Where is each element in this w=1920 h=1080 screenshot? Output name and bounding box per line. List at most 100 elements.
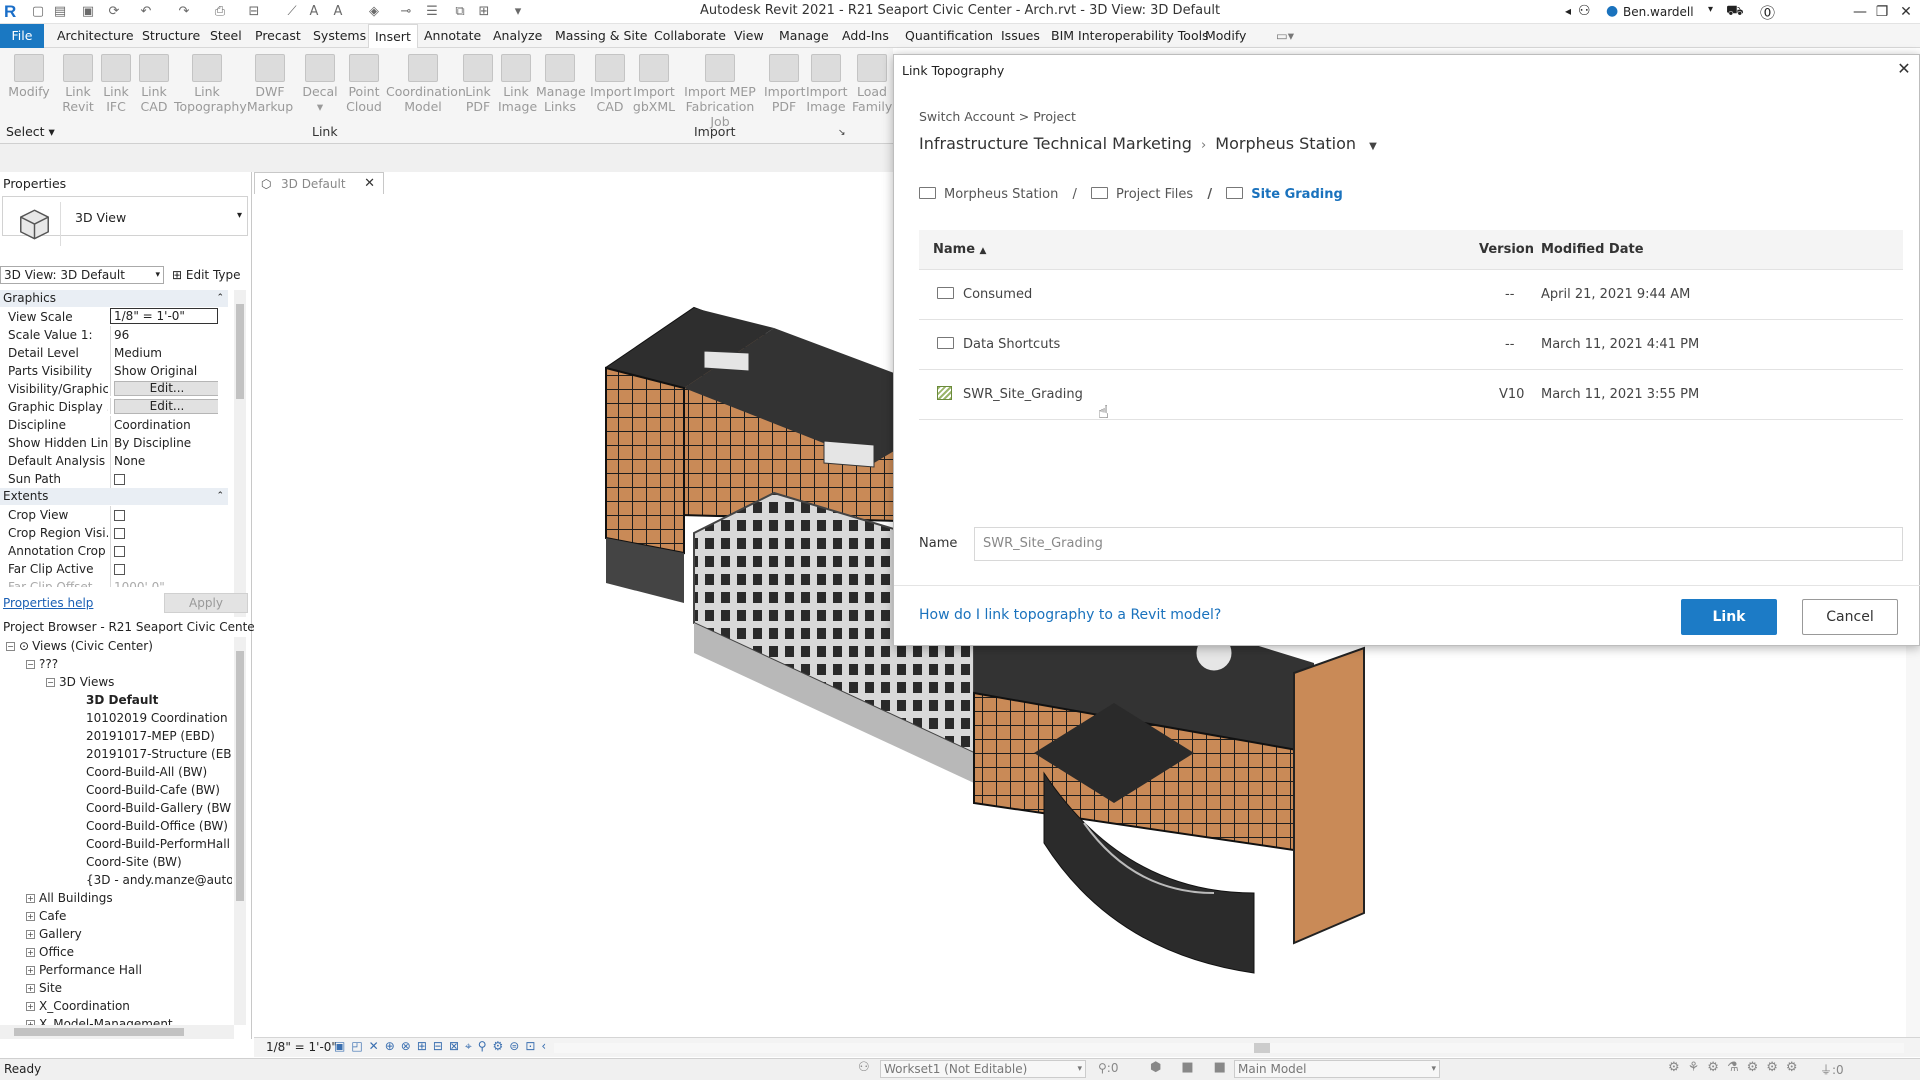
design-option-selector[interactable]: Main Model ▾ — [1234, 1060, 1440, 1078]
collapse-icon[interactable]: − — [46, 678, 55, 687]
project-selector[interactable]: Infrastructure Technical Marketing › Mor… — [919, 134, 1377, 153]
scroll-thumb[interactable] — [14, 1028, 184, 1036]
close-icon[interactable]: ✕ — [1894, 2, 1918, 22]
tree-node[interactable]: Coord-Site (BW) — [6, 853, 232, 871]
help-icon[interactable]: ⓪ — [1760, 2, 1775, 23]
expand-icon[interactable]: + — [26, 966, 35, 975]
name-field[interactable]: SWR_Site_Grading — [974, 527, 1903, 561]
property-value[interactable] — [110, 524, 218, 542]
load-family-button[interactable]: Load Family — [852, 54, 892, 120]
left-arrow-icon[interactable]: ◂ — [1565, 4, 1571, 18]
contextual-tab-icon[interactable]: ▭▾ — [1270, 24, 1300, 48]
scale-selector[interactable]: 1/8" = 1'-0" — [266, 1040, 337, 1054]
view-tab-3d-default[interactable]: ⬡ 3D Default ✕ — [254, 172, 384, 194]
tree-node[interactable]: + Site — [6, 979, 232, 997]
tab-precast[interactable]: Precast — [249, 24, 307, 48]
import-gbxml-button[interactable]: Import gbXML — [632, 54, 676, 120]
section-icon[interactable]: ⊸ — [398, 4, 414, 20]
scroll-thumb[interactable] — [1254, 1043, 1270, 1053]
edit-type-button[interactable]: ⊞ Edit Type — [172, 268, 241, 282]
cart-icon[interactable]: ⛟ — [1726, 3, 1744, 21]
property-value[interactable]: Coordination — [110, 416, 218, 434]
coordination-model-button[interactable]: Coordination Model — [386, 54, 466, 120]
property-value[interactable] — [110, 542, 218, 560]
tab-structure[interactable]: Structure — [136, 24, 206, 48]
tag-icon[interactable]: A — [306, 4, 322, 20]
tab-manage[interactable]: Manage — [773, 24, 835, 48]
file-row[interactable]: Consumed -- April 21, 2021 9:44 AM — [919, 270, 1903, 320]
3d-view-icon[interactable]: ◈ — [366, 4, 382, 20]
caret-down-icon[interactable]: ▼ — [1369, 141, 1377, 152]
tree-node[interactable]: + Performance Hall — [6, 961, 232, 979]
switch-windows-icon[interactable]: ⊞ — [476, 4, 492, 20]
design-option-icons[interactable]: ⬢■■ — [1150, 1060, 1246, 1075]
link-cad-button[interactable]: Link CAD — [136, 54, 172, 120]
user-icon[interactable]: ● — [1606, 3, 1618, 19]
properties-scrollbar[interactable] — [234, 290, 246, 620]
decal-button[interactable]: Decal ▾ — [300, 54, 340, 120]
section-extents[interactable]: Extents ⌃ — [0, 488, 228, 505]
collapse-icon[interactable]: − — [26, 660, 35, 669]
property-value[interactable] — [110, 470, 218, 488]
tab-architecture[interactable]: Architecture — [51, 24, 140, 48]
property-value[interactable]: By Discipline — [110, 434, 218, 452]
instance-selector[interactable]: 3D View: 3D Default ▾ — [0, 266, 164, 284]
column-name[interactable]: Name ▲ — [933, 230, 986, 269]
tab-add-ins[interactable]: Add-Ins — [836, 24, 895, 48]
tab-bim-interop[interactable]: BIM Interoperability Tools — [1045, 24, 1215, 48]
file-row[interactable]: Data Shortcuts -- March 11, 2021 4:41 PM — [919, 320, 1903, 370]
edit-button[interactable]: Edit... — [114, 399, 218, 414]
tab-analyze[interactable]: Analyze — [487, 24, 548, 48]
expand-icon[interactable]: + — [26, 894, 35, 903]
properties-help-link[interactable]: Properties help — [3, 596, 93, 610]
manage-links-button[interactable]: Manage Links — [536, 54, 586, 120]
collapse-icon[interactable]: − — [6, 642, 15, 651]
tab-annotate[interactable]: Annotate — [418, 24, 487, 48]
tab-issues[interactable]: Issues — [995, 24, 1046, 48]
link-image-button[interactable]: Link Image — [498, 54, 537, 120]
tab-collaborate[interactable]: Collaborate — [648, 24, 732, 48]
scroll-thumb[interactable] — [236, 651, 244, 901]
tree-node[interactable]: + Office — [6, 943, 232, 961]
import-mep-fabrication-button[interactable]: Import MEP Fabrication Job — [680, 54, 760, 129]
point-cloud-button[interactable]: Point Cloud — [344, 54, 384, 120]
expand-icon[interactable]: + — [26, 930, 35, 939]
tree-node[interactable]: Coord-Build-Cafe (BW) — [6, 781, 232, 799]
text-icon[interactable]: A — [330, 4, 346, 20]
undo-icon[interactable]: ↶ — [138, 4, 154, 20]
tab-view[interactable]: View — [728, 24, 770, 48]
tree-node[interactable]: + X_Coordination — [6, 997, 232, 1015]
panel-expand-icon[interactable]: ↘ — [838, 128, 846, 138]
column-version[interactable]: Version — [1479, 230, 1534, 269]
chevron-down-icon[interactable]: ▾ — [1708, 4, 1713, 15]
revit-logo-icon[interactable]: R — [4, 2, 24, 22]
checkbox[interactable] — [114, 510, 125, 521]
property-value[interactable]: Edit... — [110, 398, 218, 414]
scroll-thumb[interactable] — [236, 304, 244, 399]
section-graphics[interactable]: Graphics ⌃ — [0, 290, 228, 307]
measure-icon[interactable]: ⊟ — [246, 4, 262, 20]
property-value[interactable]: Show Original — [110, 362, 218, 380]
close-icon[interactable]: ✕ — [364, 173, 375, 195]
cancel-button[interactable]: Cancel — [1802, 599, 1898, 635]
sync-icon[interactable]: ⟳ — [106, 4, 122, 20]
tree-node[interactable]: 10102019 Coordination — [6, 709, 232, 727]
expand-icon[interactable]: + — [26, 1002, 35, 1011]
switch-account-link[interactable]: Switch Account > Project — [919, 109, 1076, 124]
property-value[interactable] — [110, 560, 218, 578]
checkbox[interactable] — [114, 474, 125, 485]
hub-name[interactable]: Infrastructure Technical Marketing — [919, 134, 1192, 153]
tab-insert[interactable]: Insert — [368, 24, 418, 48]
link-revit-button[interactable]: Link Revit — [58, 54, 98, 120]
tab-file[interactable]: File — [0, 24, 44, 48]
property-value[interactable]: Edit... — [110, 380, 218, 396]
edit-button[interactable]: Edit... — [114, 381, 218, 396]
print-icon[interactable]: ⎙ — [212, 4, 228, 20]
dimension-icon[interactable]: ⟋ — [284, 4, 300, 20]
import-pdf-button[interactable]: Import PDF — [764, 54, 806, 120]
tab-steel[interactable]: Steel — [204, 24, 248, 48]
crumb-project-files[interactable]: Project Files — [1116, 187, 1193, 202]
property-value[interactable]: Medium — [110, 344, 218, 362]
crumb-morpheus-station[interactable]: Morpheus Station — [944, 187, 1058, 202]
modify-button[interactable]: Modify — [6, 54, 52, 120]
